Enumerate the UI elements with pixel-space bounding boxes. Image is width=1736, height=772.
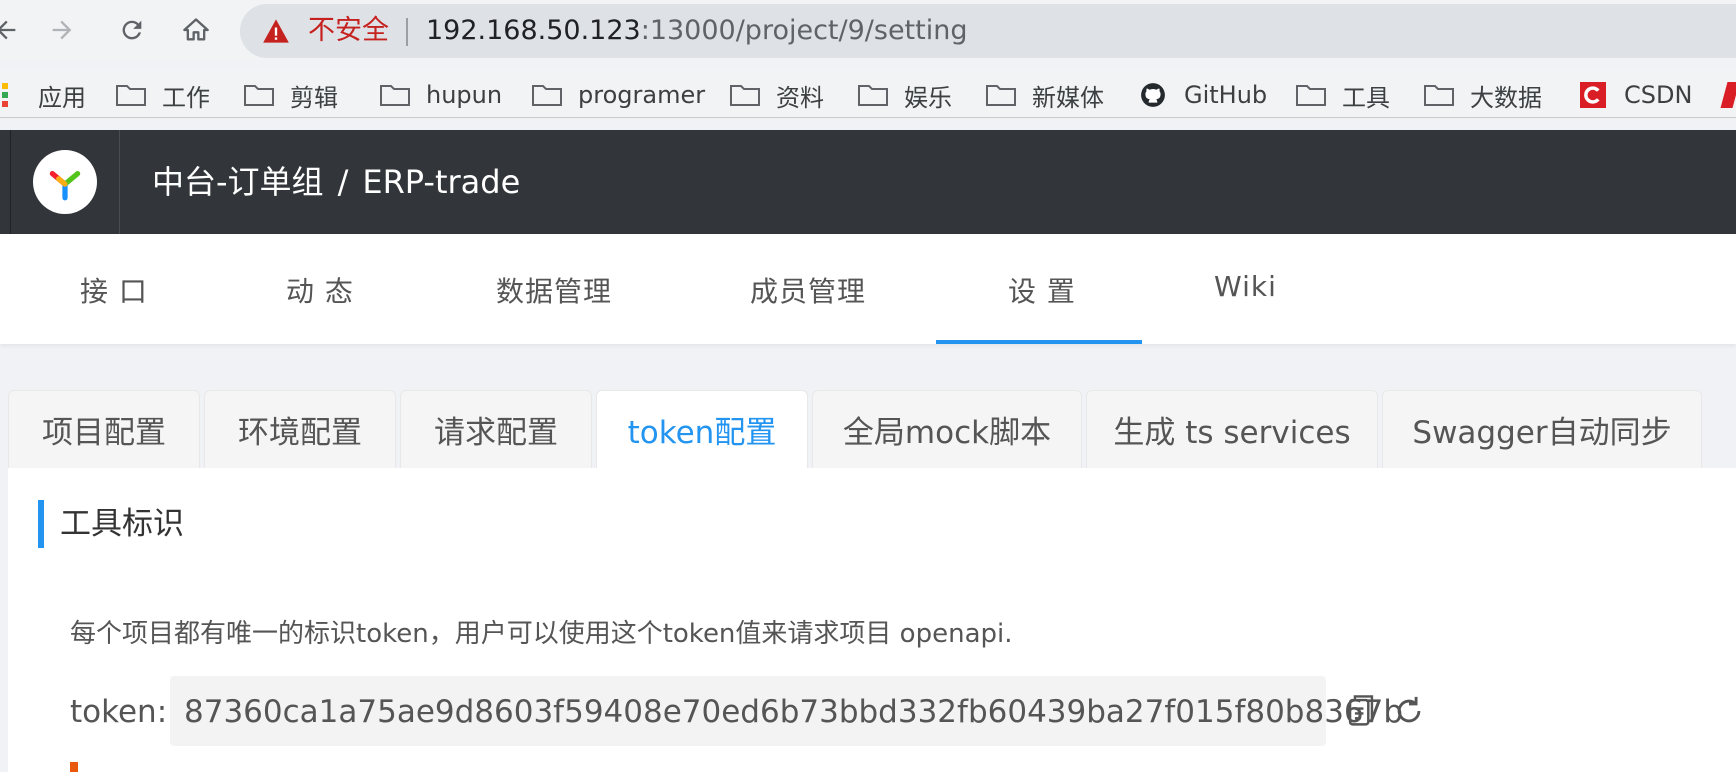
bookmark-folder[interactable]: 大数据 [1424, 78, 1542, 112]
folder-icon [244, 85, 274, 106]
app-header: 中台-订单组 / ERP-trade [0, 130, 1736, 234]
tab-wiki[interactable]: Wiki [1214, 270, 1277, 303]
folder-icon [532, 85, 562, 106]
refresh-icon[interactable] [1392, 694, 1426, 728]
subtab-ts-services[interactable]: 生成 ts services [1086, 390, 1378, 468]
bookmark-github[interactable]: GitHub [1138, 78, 1267, 112]
tab-member-management[interactable]: 成员管理 [750, 270, 866, 310]
subtab-global-mock-script[interactable]: 全局mock脚本 [812, 390, 1082, 468]
bookmark-folder[interactable]: 新媒体 [986, 78, 1104, 112]
tab-interface[interactable]: 接 口 [80, 270, 148, 310]
active-tab-indicator [936, 340, 1142, 344]
url-text[interactable]: 192.168.50.123:13000/project/9/setting [426, 14, 968, 48]
token-value[interactable]: 87360ca1a75ae9d8603f59408e70ed6b73bbd332… [184, 690, 1403, 734]
bookmark-folder[interactable]: 娱乐 [858, 78, 952, 112]
subtab-request-config[interactable]: 请求配置 [400, 390, 592, 468]
breadcrumb-separator: / [337, 163, 349, 201]
tab-data-management[interactable]: 数据管理 [496, 270, 612, 310]
reload-button[interactable] [112, 10, 152, 50]
section-title: 工具标识 [60, 506, 184, 542]
logo-cell[interactable] [10, 130, 120, 234]
tab-settings[interactable]: 设 置 [1008, 270, 1076, 310]
subtab-project-config[interactable]: 项目配置 [8, 390, 200, 468]
token-description: 每个项目都有唯一的标识token，用户可以使用这个token值来请求项目 ope… [70, 619, 1013, 649]
required-marker [70, 762, 78, 772]
token-config-panel: 工具标识 每个项目都有唯一的标识token，用户可以使用这个token值来请求项… [8, 468, 1736, 772]
back-button[interactable] [0, 10, 26, 50]
bookmarks-bar: 应用 工作 剪辑 hupun programer 资料 娱乐 新媒体 GitHu… [0, 70, 1736, 118]
github-icon [1141, 83, 1165, 107]
forward-button[interactable] [42, 10, 82, 50]
copy-icon[interactable] [1346, 694, 1376, 728]
subtab-swagger-sync[interactable]: Swagger自动同步 [1382, 390, 1702, 468]
bookmark-folder[interactable]: programer [532, 78, 705, 112]
bookmark-csdn[interactable]: CSDN [1578, 78, 1692, 112]
home-icon [183, 18, 209, 41]
bookmark-overflow[interactable] [1720, 78, 1736, 112]
section-accent-bar [38, 500, 44, 548]
token-label: token: [70, 694, 168, 730]
bookmark-folder[interactable]: 资料 [730, 78, 824, 112]
bookmark-folder[interactable]: 剪辑 [244, 78, 338, 112]
reload-icon [122, 20, 142, 40]
bookmark-folder[interactable]: hupun [380, 78, 502, 112]
folder-icon [1424, 85, 1454, 106]
arrow-right-icon [52, 20, 72, 40]
bookmark-folder[interactable]: 工作 [116, 78, 210, 112]
subtab-token-config[interactable]: token配置 [596, 390, 808, 468]
browser-toolbar: 不安全 192.168.50.123:13000/project/9/setti… [0, 0, 1736, 60]
address-bar[interactable]: 不安全 192.168.50.123:13000/project/9/setti… [240, 4, 1736, 58]
breadcrumb-group[interactable]: 中台-订单组 [152, 163, 324, 201]
tab-activity[interactable]: 动 态 [286, 270, 354, 310]
bookmark-overflow-icon [1720, 82, 1736, 108]
folder-icon [116, 85, 146, 106]
folder-icon [986, 85, 1016, 106]
url-divider [406, 18, 408, 46]
folder-icon [730, 85, 760, 106]
arrow-left-icon [0, 20, 16, 40]
warning-icon [263, 19, 289, 43]
bookmark-folder[interactable]: 工具 [1296, 78, 1390, 112]
yapi-logo-icon [49, 170, 81, 201]
breadcrumb-project[interactable]: ERP-trade [362, 163, 520, 201]
breadcrumb: 中台-订单组 / ERP-trade [152, 160, 520, 204]
apps-grid-icon [2, 83, 8, 107]
insecure-label: 不安全 [308, 15, 389, 46]
folder-icon [1296, 85, 1326, 106]
app-logo[interactable] [33, 150, 97, 214]
bookmark-apps[interactable]: 应用 [0, 78, 86, 112]
home-button[interactable] [176, 10, 216, 50]
primary-tab-bar: 接 口 动 态 数据管理 成员管理 设 置 Wiki [0, 234, 1736, 344]
subtab-env-config[interactable]: 环境配置 [204, 390, 396, 468]
folder-icon [858, 85, 888, 106]
csdn-icon [1580, 82, 1606, 108]
folder-icon [380, 85, 410, 106]
